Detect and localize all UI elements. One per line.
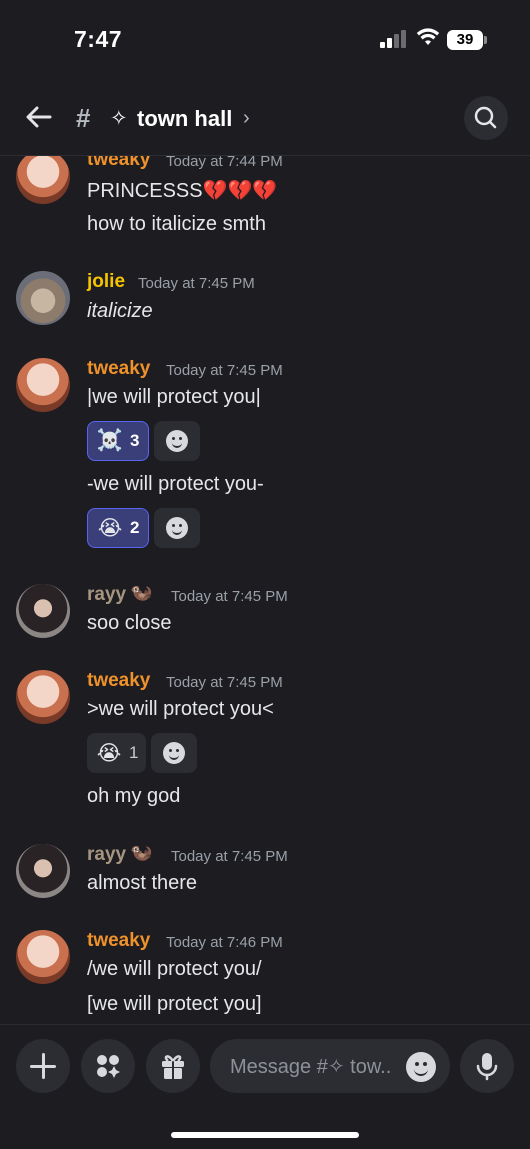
reaction-crying[interactable]: 😭 1 [87, 733, 146, 773]
smiley-icon [166, 430, 188, 452]
message-composer: Message #✧ tow.. [0, 1024, 530, 1149]
avatar[interactable] [16, 271, 70, 325]
wifi-icon [416, 28, 440, 45]
message-list[interactable]: tweaky Today at 7:44 PM PRINCESSS💔💔💔 how… [0, 156, 530, 1024]
message-text: /we will protect you/ [87, 958, 262, 980]
channel-prefix: ✧ [110, 107, 128, 130]
avatar[interactable] [16, 584, 70, 638]
smiley-icon [163, 742, 185, 764]
timestamp: Today at 7:45 PM [166, 674, 283, 691]
message-text: PRINCESSS💔💔💔 [87, 180, 278, 202]
timestamp: Today at 7:45 PM [138, 275, 255, 292]
cellular-signal-icon [380, 30, 408, 48]
timestamp: Today at 7:45 PM [171, 588, 288, 605]
chevron-right-icon[interactable]: › [243, 107, 250, 130]
home-indicator [171, 1132, 359, 1138]
timestamp: Today at 7:44 PM [166, 156, 283, 170]
add-attachment-button[interactable] [16, 1039, 70, 1093]
username[interactable]: tweaky [87, 156, 150, 171]
username[interactable]: rayy [87, 584, 126, 606]
timestamp: Today at 7:46 PM [166, 934, 283, 951]
arrow-left-icon[interactable] [22, 100, 56, 134]
channel-header: # ✧ town hall › [0, 80, 530, 156]
crying-emoji: 😭 [96, 741, 122, 765]
username[interactable]: tweaky [87, 358, 150, 380]
search-icon [474, 106, 497, 129]
voice-message-button[interactable] [460, 1039, 514, 1093]
avatar[interactable] [16, 670, 70, 724]
battery-icon: 39 [447, 30, 487, 50]
username[interactable]: rayy [87, 844, 126, 866]
message-text: soo close [87, 612, 172, 634]
message-placeholder: Message #✧ tow.. [230, 1056, 392, 1078]
gift-button[interactable] [146, 1039, 200, 1093]
message-text: |we will protect you| [87, 386, 261, 408]
crying-emoji: 😭 [97, 516, 123, 540]
reaction-crying[interactable]: 😭 2 [87, 508, 149, 548]
add-reaction-button[interactable] [154, 421, 200, 461]
username[interactable]: tweaky [87, 670, 150, 692]
add-reaction-button[interactable] [151, 733, 197, 773]
timestamp: Today at 7:45 PM [171, 848, 288, 865]
message-text: almost there [87, 872, 198, 894]
reaction-skull[interactable]: ☠️ 3 [87, 421, 149, 461]
message-text: how to italicize smth [87, 213, 266, 235]
timestamp: Today at 7:45 PM [166, 362, 283, 379]
reaction-count: 1 [129, 743, 139, 762]
user-tag-otter: 🦦 [130, 842, 153, 862]
username[interactable]: jolie [87, 271, 125, 293]
add-reaction-button[interactable] [154, 508, 200, 548]
battery-level: 39 [447, 30, 483, 50]
message-text: italicize [87, 300, 153, 322]
message-text: [we will protect you] [87, 993, 262, 1015]
user-tag-otter: 🦦 [130, 582, 153, 602]
apps-icon [97, 1055, 120, 1078]
gift-icon [162, 1055, 184, 1079]
status-time: 7:47 [74, 26, 123, 52]
reaction-count: 2 [130, 518, 140, 537]
reaction-count: 3 [130, 431, 140, 450]
avatar[interactable] [16, 156, 70, 204]
message-input[interactable]: Message #✧ tow.. [210, 1039, 450, 1093]
microphone-icon [476, 1053, 498, 1081]
status-bar: 7:47 39 [0, 0, 530, 80]
avatar[interactable] [16, 844, 70, 898]
smiley-icon[interactable] [406, 1052, 436, 1082]
channel-name[interactable]: town hall [137, 106, 232, 132]
avatar[interactable] [16, 930, 70, 984]
message-text: oh my god [87, 785, 181, 807]
plus-icon [16, 1039, 70, 1093]
apps-button[interactable] [81, 1039, 135, 1093]
avatar[interactable] [16, 358, 70, 412]
skull-emoji: ☠️ [96, 429, 124, 452]
smiley-icon [166, 517, 188, 539]
username[interactable]: tweaky [87, 930, 150, 952]
search-button[interactable] [464, 96, 508, 140]
hash-icon: # [76, 103, 91, 133]
message-text: -we will protect you- [87, 473, 264, 495]
message-text: >we will protect you< [87, 698, 274, 720]
